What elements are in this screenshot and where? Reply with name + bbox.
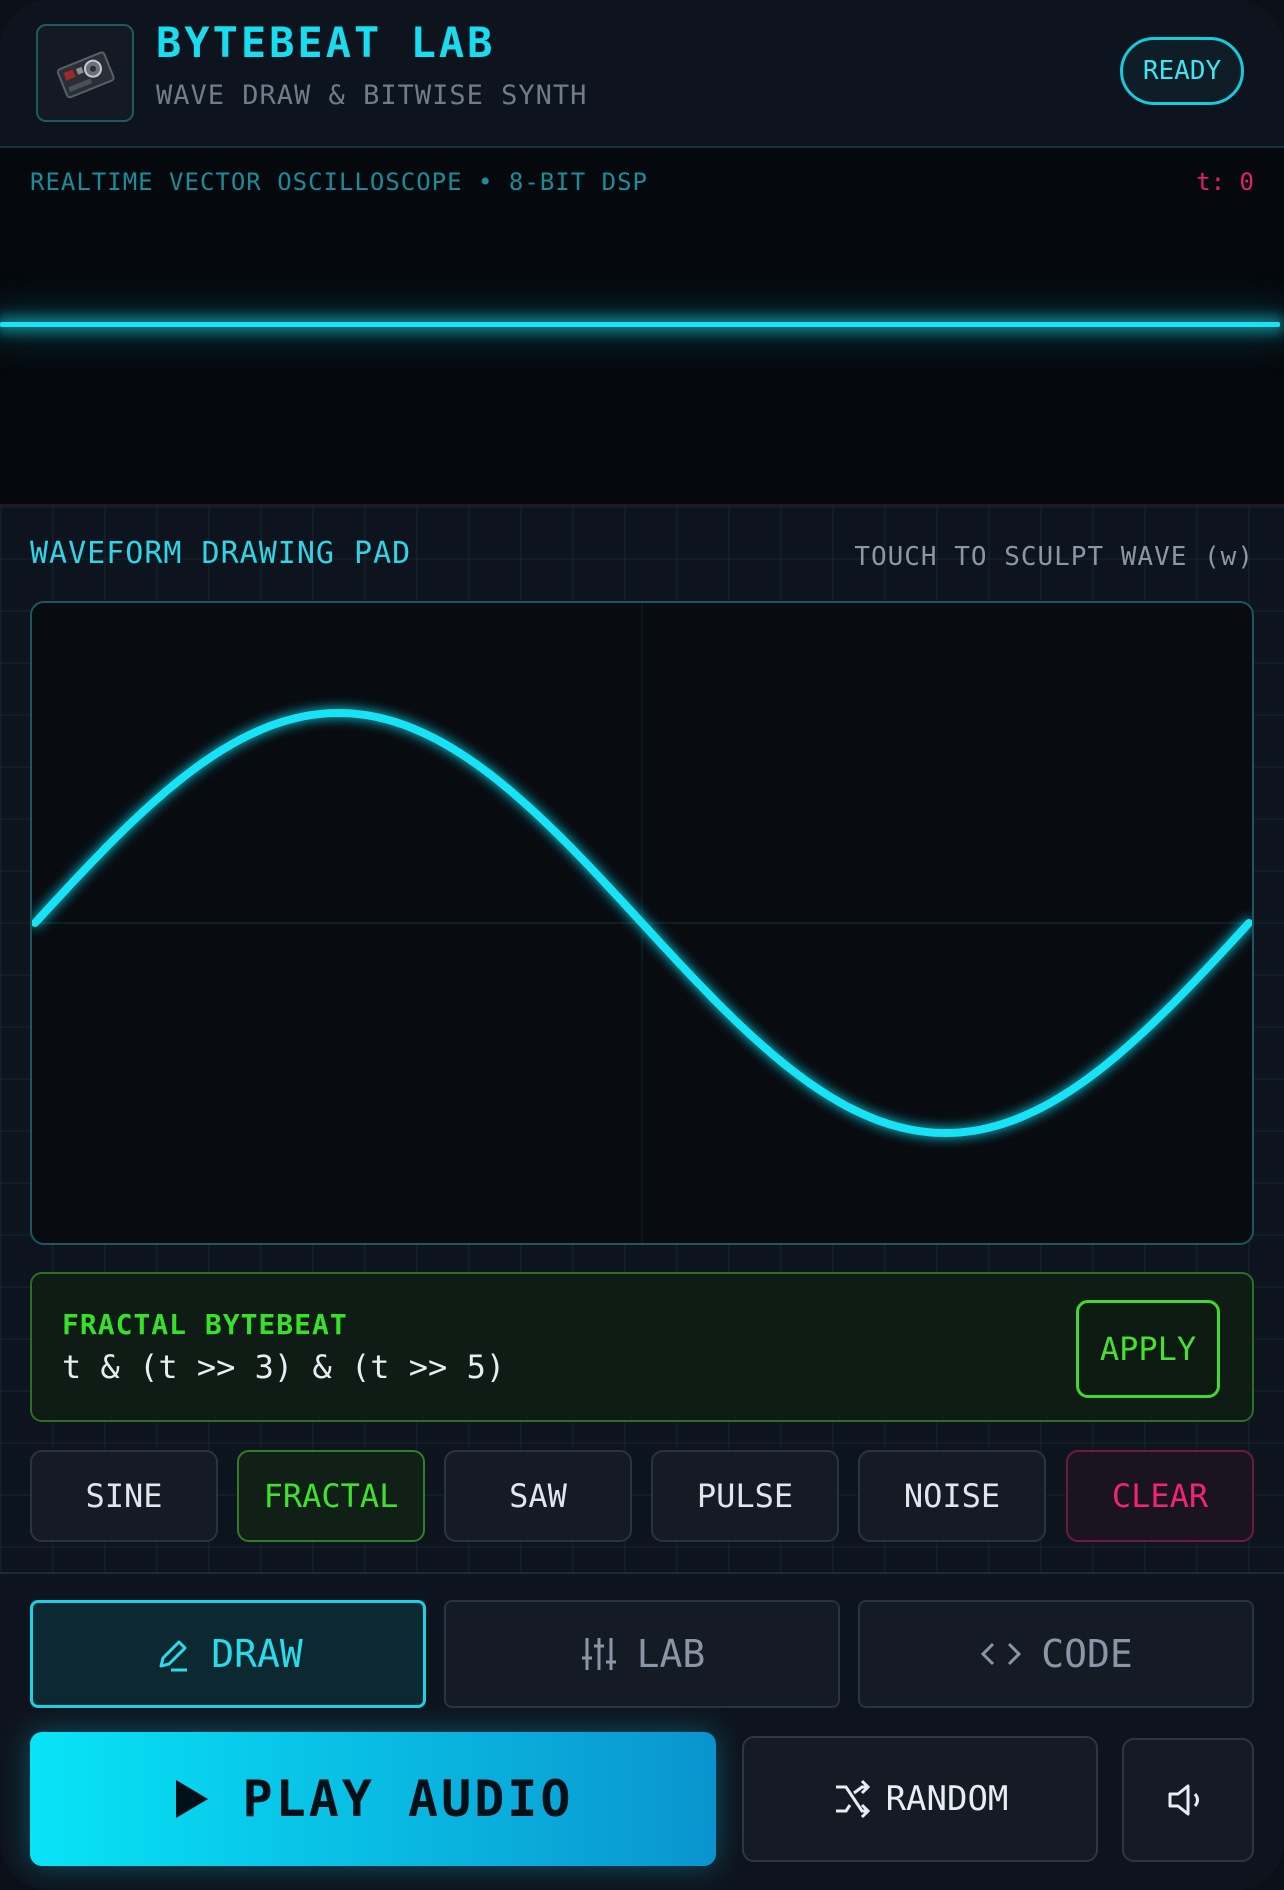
random-button[interactable]: RANDOM xyxy=(742,1736,1098,1862)
app-subtitle: WAVE DRAW & BITWISE SYNTH xyxy=(156,80,588,111)
oscilloscope-display: REALTIME VECTOR OSCILLOSCOPE • 8-BIT DSP… xyxy=(0,148,1284,506)
tab-code[interactable]: CODE xyxy=(858,1600,1254,1708)
formula-expression: t & (t >> 3) & (t >> 5) xyxy=(62,1348,506,1386)
tab-lab[interactable]: LAB xyxy=(444,1600,840,1708)
sliders-icon xyxy=(579,1634,619,1674)
volume-button[interactable] xyxy=(1122,1738,1254,1862)
preset-sine-button[interactable]: SINE xyxy=(30,1450,218,1542)
time-readout: t: 0 xyxy=(1196,168,1254,196)
app-frame: BYTEBEAT LAB WAVE DRAW & BITWISE SYNTH R… xyxy=(0,0,1284,1890)
drawing-section: WAVEFORM DRAWING PAD TOUCH TO SCULPT WAV… xyxy=(0,506,1284,1574)
preset-pulse-button[interactable]: PULSE xyxy=(651,1450,839,1542)
pad-hint: TOUCH TO SCULPT WAVE (w) xyxy=(854,542,1254,572)
pencil-icon xyxy=(153,1634,193,1674)
clear-button[interactable]: CLEAR xyxy=(1066,1450,1254,1542)
oscilloscope-label: REALTIME VECTOR OSCILLOSCOPE • 8-BIT DSP xyxy=(30,168,648,196)
play-audio-button[interactable]: PLAY AUDIO xyxy=(30,1732,716,1866)
apply-button[interactable]: APPLY xyxy=(1076,1300,1220,1398)
random-label: RANDOM xyxy=(885,1779,1009,1819)
waveform-canvas[interactable] xyxy=(32,603,1252,1243)
formula-card: FRACTAL BYTEBEAT t & (t >> 3) & (t >> 5)… xyxy=(30,1272,1254,1422)
shuffle-icon xyxy=(832,1779,872,1819)
play-icon xyxy=(172,1776,212,1822)
preset-fractal-button[interactable]: FRACTAL xyxy=(237,1450,425,1542)
app-header: BYTEBEAT LAB WAVE DRAW & BITWISE SYNTH R… xyxy=(0,0,1284,148)
preset-noise-button[interactable]: NOISE xyxy=(858,1450,1046,1542)
pad-title: WAVEFORM DRAWING PAD xyxy=(30,536,412,571)
tab-draw[interactable]: DRAW xyxy=(30,1600,426,1708)
tab-draw-label: DRAW xyxy=(211,1632,303,1676)
tab-code-label: CODE xyxy=(1041,1632,1133,1676)
tab-lab-label: LAB xyxy=(636,1632,706,1676)
status-badge: READY xyxy=(1120,37,1244,105)
app-title: BYTEBEAT LAB xyxy=(156,18,496,67)
oscilloscope-trace xyxy=(0,322,1280,327)
preset-saw-button[interactable]: SAW xyxy=(444,1450,632,1542)
speaker-low-icon xyxy=(1166,1780,1210,1820)
circuit-board-icon xyxy=(36,24,134,122)
play-audio-label: PLAY AUDIO xyxy=(242,1770,574,1828)
code-brackets-icon xyxy=(979,1634,1023,1674)
waveform-drawing-pad[interactable] xyxy=(30,601,1254,1245)
formula-name: FRACTAL BYTEBEAT xyxy=(62,1308,348,1341)
